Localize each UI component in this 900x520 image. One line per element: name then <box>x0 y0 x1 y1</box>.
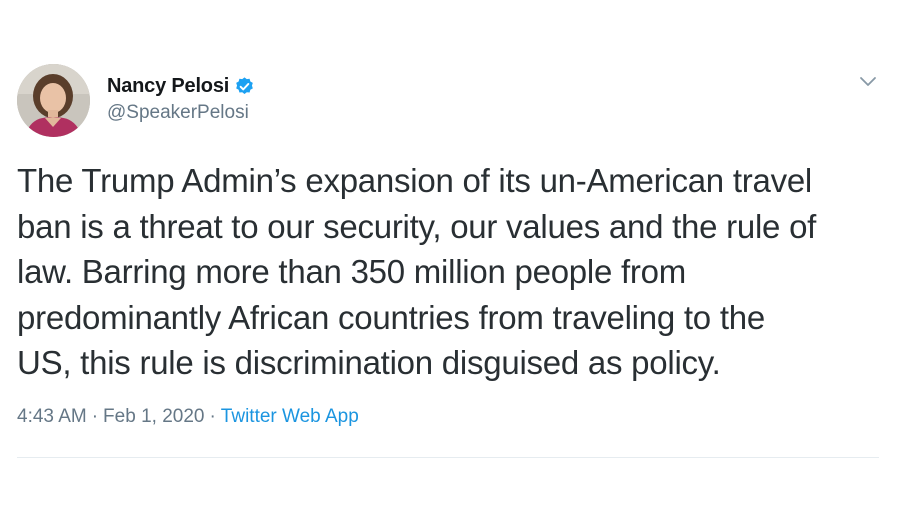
tweet-text-line: The Trump Admin’s expansion of its un-Am… <box>17 162 813 199</box>
meta-separator: · <box>91 406 99 427</box>
tweet-card: Nancy Pelosi @SpeakerPelosi The Trump Ad… <box>0 0 900 520</box>
verified-badge-icon <box>234 76 255 97</box>
meta-separator: · <box>209 406 216 427</box>
divider <box>17 457 879 458</box>
author-handle[interactable]: @SpeakerPelosi <box>107 102 255 124</box>
tweet-source-link[interactable]: Twitter Web App <box>221 406 359 427</box>
tweet-meta: 4:43 AM · Feb 1, 2020 · Twitter Web App <box>17 406 359 428</box>
avatar-photo <box>17 64 90 137</box>
author-name[interactable]: Nancy Pelosi <box>107 75 229 98</box>
avatar[interactable] <box>17 64 90 137</box>
author-block: Nancy Pelosi @SpeakerPelosi <box>107 74 255 124</box>
tweet-text-line: US, this rule is discrimination disguise… <box>17 344 721 381</box>
tweet-text-line: ban is a threat to our security, our val… <box>17 207 817 245</box>
tweet-date[interactable]: Feb 1, 2020 <box>103 406 204 427</box>
chevron-down-icon[interactable] <box>858 74 878 90</box>
tweet-text-line: predominantly African countries from tra… <box>17 298 765 336</box>
tweet-text-line: law. Barring more than 350 million peopl… <box>17 253 687 290</box>
tweet-text: The Trump Admin’s expansion of its un-Am… <box>17 158 889 386</box>
name-row: Nancy Pelosi <box>107 74 255 98</box>
tweet-time[interactable]: 4:43 AM <box>17 406 87 427</box>
